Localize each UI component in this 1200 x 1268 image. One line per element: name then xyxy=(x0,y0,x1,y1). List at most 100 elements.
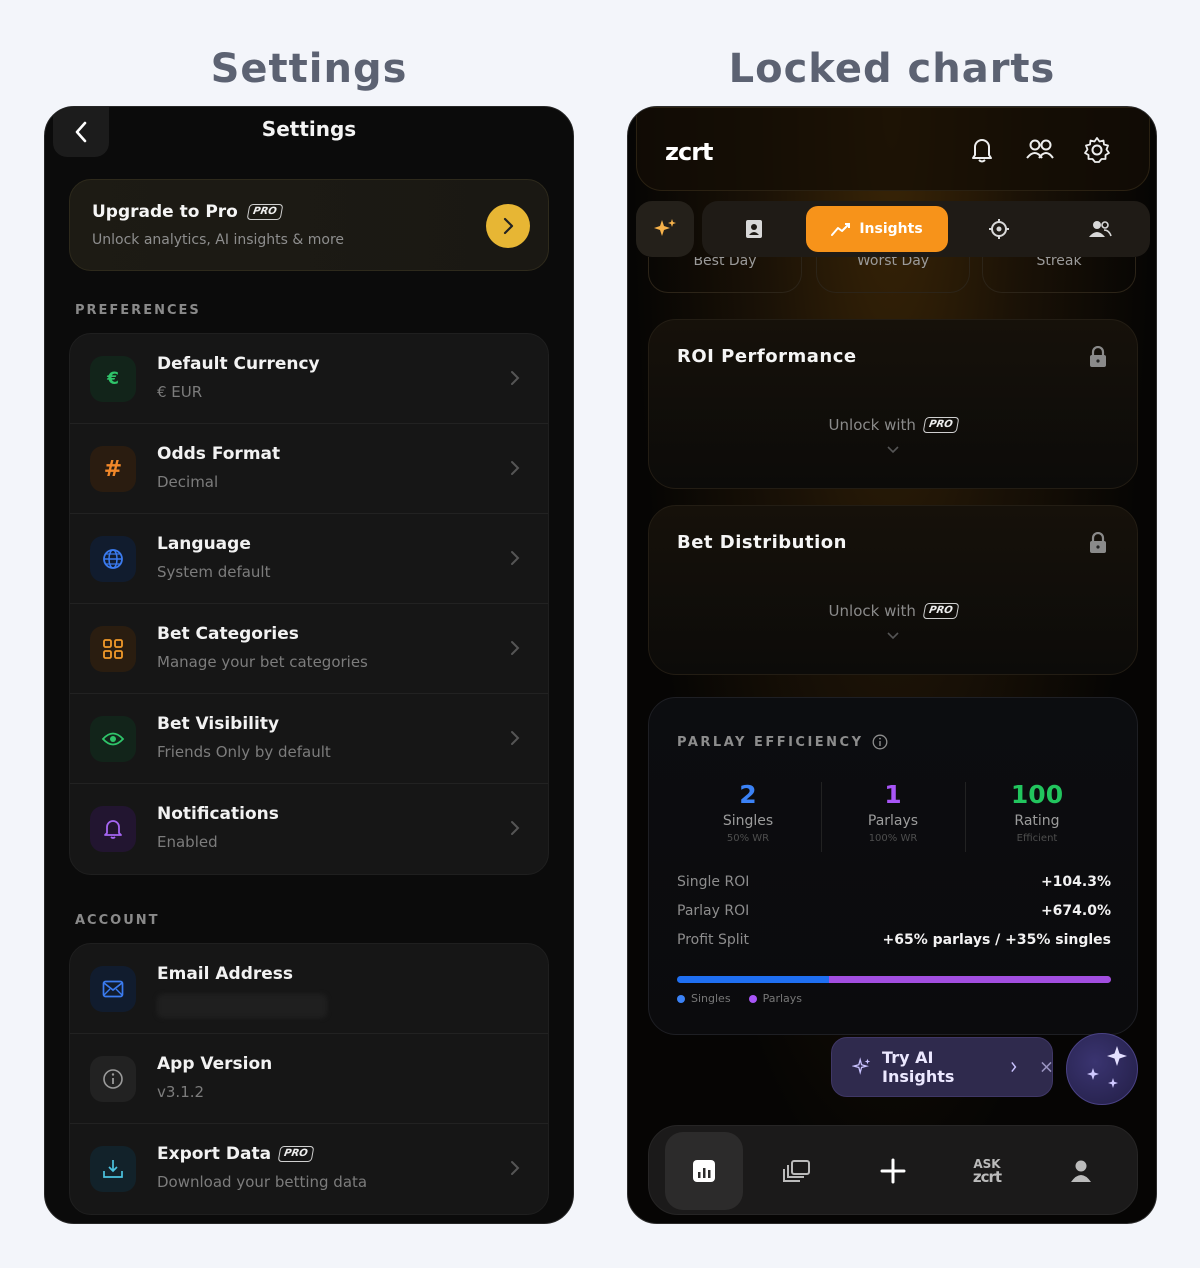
parlay-efficiency-card: PARLAY EFFICIENCY 2 Singles 50% WR 1 Par… xyxy=(648,697,1138,1035)
chevron-right-icon xyxy=(511,1161,520,1175)
legend-singles: Singles xyxy=(677,992,731,1005)
row-label: Bet Categories xyxy=(157,624,299,644)
lock-icon xyxy=(1090,532,1106,553)
chevron-right-icon xyxy=(511,371,520,385)
chevron-right-icon xyxy=(511,731,520,745)
euro-icon: € xyxy=(90,356,136,402)
row-export-data[interactable]: Export Data PRO Download your betting dat… xyxy=(70,1124,548,1214)
pro-badge: PRO xyxy=(277,1146,314,1162)
app-logo: zcrt xyxy=(665,138,714,166)
nav-profile[interactable] xyxy=(1041,1126,1121,1216)
upgrade-go-button[interactable] xyxy=(486,204,530,248)
streak-card[interactable]: Streak xyxy=(982,257,1136,293)
row-value: Friends Only by default xyxy=(157,743,331,761)
friends-icon[interactable] xyxy=(1025,136,1055,164)
tab-profile-card[interactable] xyxy=(702,201,806,257)
gear-icon[interactable] xyxy=(1083,136,1111,164)
upgrade-to-pro-card[interactable]: Upgrade to Pro PRO Unlock analytics, AI i… xyxy=(69,179,549,271)
parlay-heading: PARLAY EFFICIENCY xyxy=(677,734,864,750)
chevron-right-icon xyxy=(503,217,514,235)
row-bet-categories[interactable]: Bet Categories Manage your bet categorie… xyxy=(70,604,548,694)
legend-parlays: Parlays xyxy=(748,992,802,1005)
bet-distribution-card[interactable]: Bet Distribution Unlock with PRO xyxy=(648,505,1138,675)
nav-dashboard[interactable] xyxy=(664,1126,744,1216)
row-label: Notifications xyxy=(157,804,279,824)
globe-icon xyxy=(90,536,136,582)
nav-add-bet[interactable] xyxy=(853,1126,933,1216)
target-icon xyxy=(989,219,1009,239)
close-icon[interactable] xyxy=(1041,1061,1052,1073)
chevron-right-icon xyxy=(511,461,520,475)
parlays-segment xyxy=(828,976,1111,983)
bottom-nav: ASK zcrt xyxy=(648,1125,1138,1215)
bell-icon[interactable] xyxy=(969,136,995,164)
stat-sub: Efficient xyxy=(1016,833,1058,844)
mail-icon xyxy=(90,966,136,1012)
single-roi-row: Single ROI +104.3% xyxy=(677,874,1111,890)
ask-logo: zcrt xyxy=(972,1168,1002,1186)
nav-bets[interactable] xyxy=(757,1126,837,1216)
row-value: +104.3% xyxy=(1040,874,1111,890)
stat-value: 1 xyxy=(884,780,902,809)
row-notifications[interactable]: Notifications Enabled xyxy=(70,784,548,874)
tab-target[interactable] xyxy=(948,201,1050,257)
row-odds-format[interactable]: # Odds Format Decimal xyxy=(70,424,548,514)
sparkle-icon xyxy=(654,219,676,236)
unlock-text: Unlock with xyxy=(828,602,916,620)
best-day-label: Best Day xyxy=(693,257,757,269)
preferences-group: € Default Currency € EUR # Odds Format D… xyxy=(69,333,549,875)
upgrade-subtitle: Unlock analytics, AI insights & more xyxy=(92,232,345,248)
user-icon xyxy=(1071,1160,1091,1182)
row-language[interactable]: Language System default xyxy=(70,514,548,604)
row-bet-visibility[interactable]: Bet Visibility Friends Only by default xyxy=(70,694,548,784)
pro-badge: PRO xyxy=(246,204,283,220)
stat-parlays: 1 Parlays 100% WR xyxy=(821,780,965,844)
insights-screen: zcrt Insights Best Day Worst Day Streak xyxy=(627,106,1157,1224)
stat-rating: 100 Rating Efficient xyxy=(965,780,1109,844)
row-key: Single ROI xyxy=(677,874,750,890)
stat-singles: 2 Singles 50% WR xyxy=(676,780,820,844)
chevron-right-icon xyxy=(511,551,520,565)
id-card-icon xyxy=(746,220,762,238)
sparkle-icon xyxy=(852,1057,871,1075)
info-icon xyxy=(90,1056,136,1102)
tab-ai[interactable] xyxy=(636,201,694,257)
split-legend: Singles Parlays xyxy=(677,992,802,1005)
try-ai-label: Try AI Insights xyxy=(882,1048,955,1086)
row-label: Export Data xyxy=(157,1144,272,1164)
row-default-currency[interactable]: € Default Currency € EUR xyxy=(70,334,548,424)
tab-friends[interactable] xyxy=(1050,201,1150,257)
roi-performance-card[interactable]: ROI Performance Unlock with PRO xyxy=(648,319,1138,489)
ai-fab-button[interactable] xyxy=(1066,1033,1138,1105)
info-icon[interactable] xyxy=(872,734,888,750)
unlock-text: Unlock with xyxy=(828,416,916,434)
tab-group: Insights xyxy=(702,201,1150,257)
pro-badge: PRO xyxy=(922,603,959,619)
row-value: Enabled xyxy=(157,833,218,851)
settings-screen: Settings Upgrade to Pro PRO Unlock analyt… xyxy=(44,106,574,1224)
best-day-card[interactable]: Best Day xyxy=(648,257,802,293)
stat-sub: 100% WR xyxy=(868,833,918,844)
tab-insights-label: Insights xyxy=(859,221,923,237)
tab-insights[interactable]: Insights xyxy=(806,206,948,252)
eye-icon xyxy=(90,716,136,762)
worst-day-card[interactable]: Worst Day xyxy=(816,257,970,293)
email-redacted xyxy=(157,994,327,1018)
row-value: System default xyxy=(157,563,271,581)
account-section-label: ACCOUNT xyxy=(75,913,160,928)
row-value: € EUR xyxy=(157,383,203,401)
plus-icon xyxy=(880,1158,906,1184)
stat-label: Rating xyxy=(1014,813,1060,829)
row-app-version: App Version v3.1.2 xyxy=(70,1034,548,1124)
row-value: v3.1.2 xyxy=(157,1083,205,1101)
row-label: Default Currency xyxy=(157,354,320,374)
nav-ask-zcrt[interactable]: ASK zcrt xyxy=(947,1126,1027,1216)
sparkles-icon xyxy=(1087,1046,1127,1088)
row-value: +65% parlays / +35% singles xyxy=(882,932,1111,948)
trend-icon xyxy=(831,223,851,236)
card-title: Bet Distribution xyxy=(677,532,847,553)
row-value: +674.0% xyxy=(1040,903,1111,919)
row-email-address[interactable]: Email Address xyxy=(70,944,548,1034)
try-ai-insights-pill[interactable]: Try AI Insights xyxy=(831,1037,1053,1097)
stat-label: Singles xyxy=(722,813,774,829)
